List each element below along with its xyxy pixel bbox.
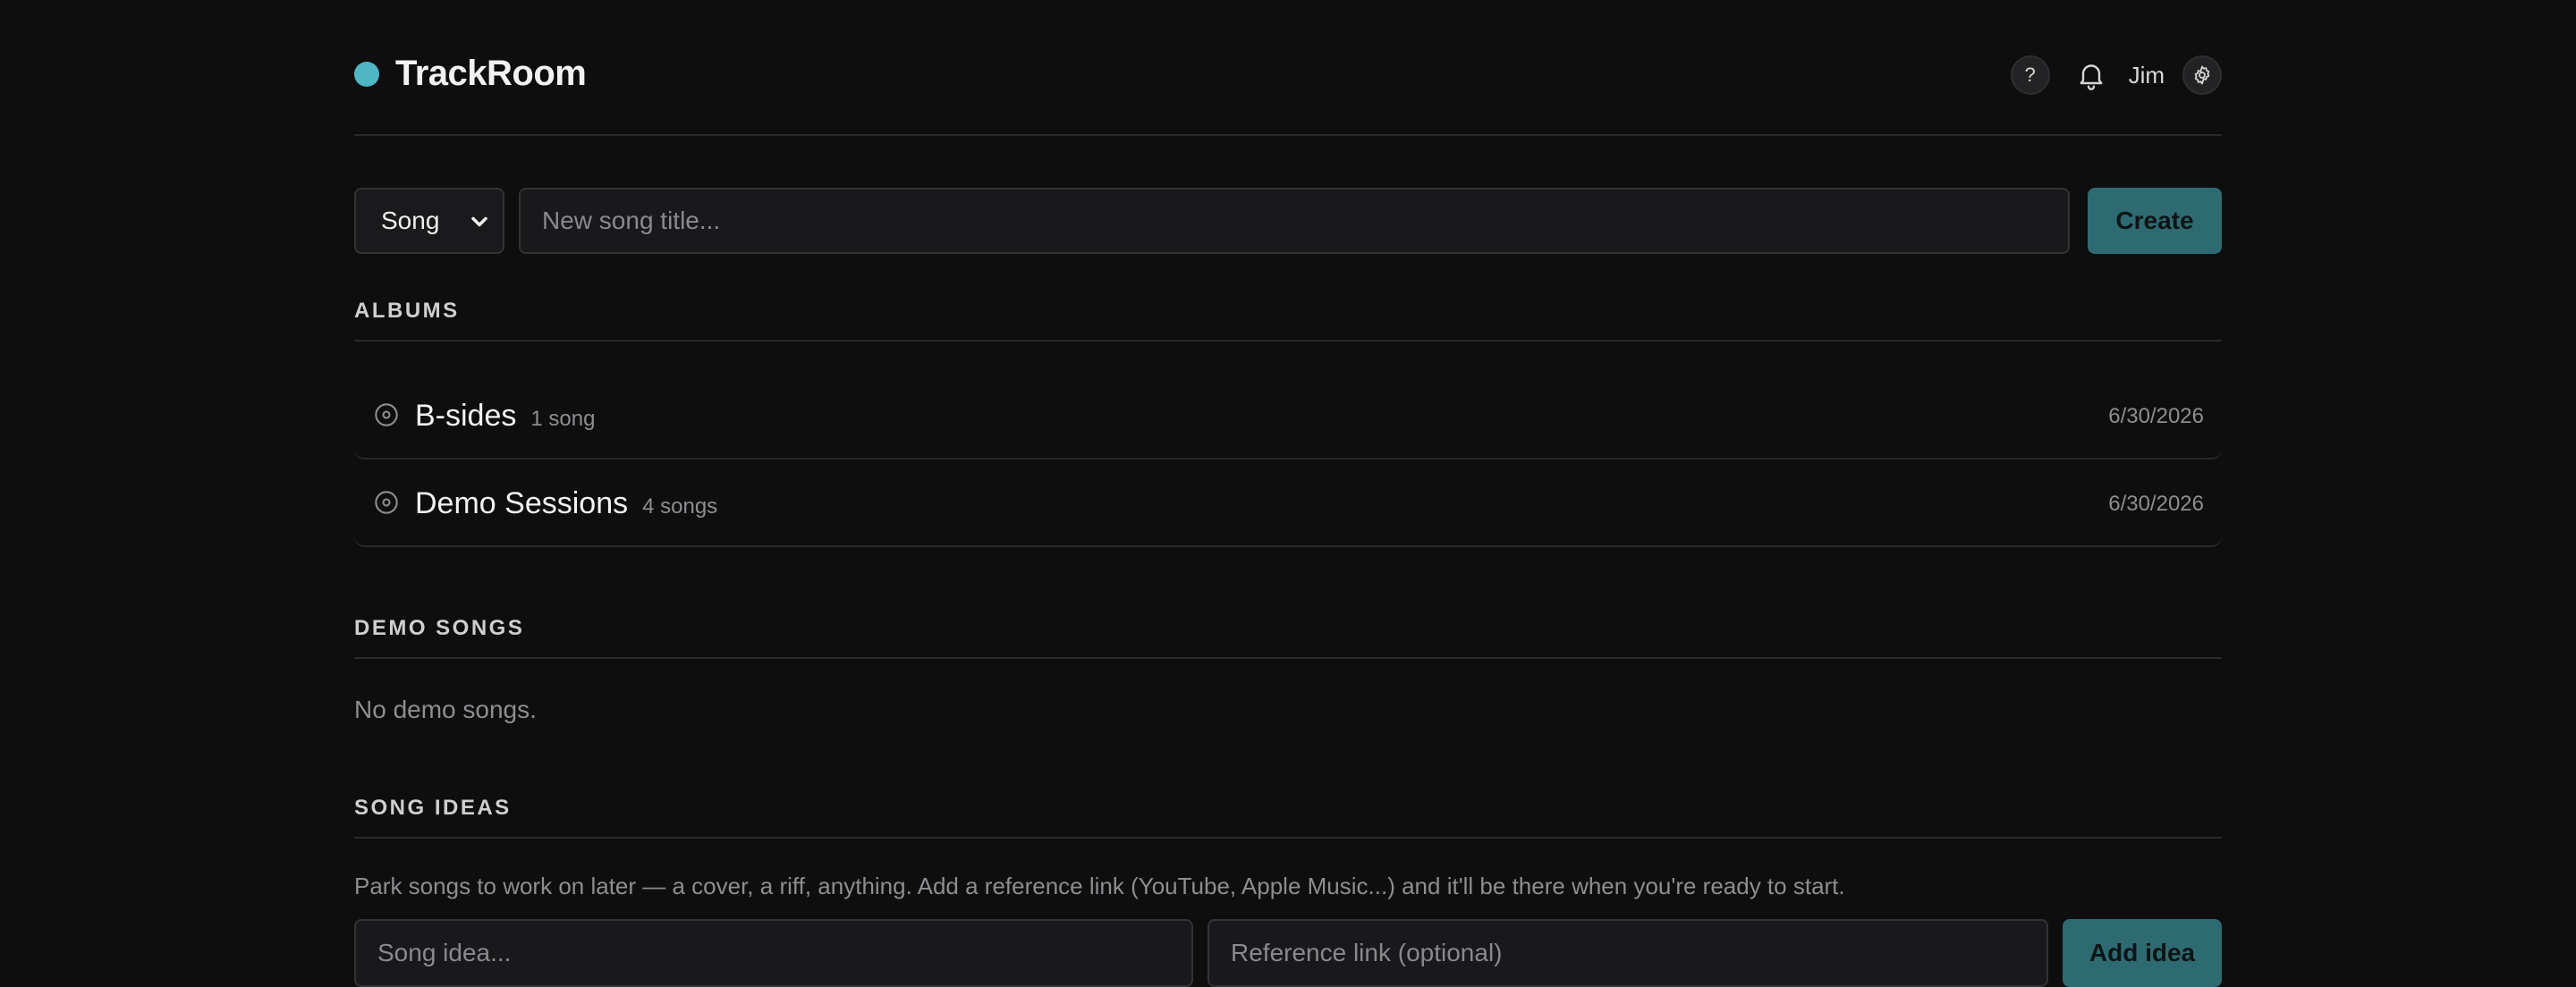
brand[interactable]: TrackRoom [354,54,587,94]
top-header: TrackRoom ? Jim [354,0,2222,136]
header-actions: ? Jim [2010,55,2222,95]
album-title: Demo Sessions 4 songs [415,486,717,521]
song-ideas-help-text: Park songs to work on later — a cover, a… [354,873,1845,899]
gear-icon [2194,65,2210,85]
album-song-count: 1 song [530,407,596,431]
bell-icon [2080,64,2103,90]
song-ideas-heading: SONG IDEAS [354,796,2222,839]
album-song-count: 4 songs [642,494,718,519]
album-row[interactable]: Demo Sessions 4 songs 6/30/2026 [354,461,2222,547]
albums-heading: ALBUMS [354,299,2222,342]
page-container: TrackRoom ? Jim Song New song title... C… [354,0,2222,987]
type-select-value: Song [381,207,440,234]
type-select[interactable]: Song [354,188,504,254]
create-button[interactable]: Create [2088,188,2222,254]
song-idea-row: Add idea [354,919,2222,987]
album-date: 6/30/2026 [2108,404,2204,428]
create-row: Song Create [354,188,2222,254]
demo-songs-heading: DEMO SONGS [354,616,2222,659]
demo-songs-empty-text: No demo songs. [354,696,537,723]
add-idea-button[interactable]: Add idea [2063,919,2222,987]
album-name: Demo Sessions [415,486,629,520]
brand-dot-icon [354,61,379,87]
song-idea-input[interactable] [354,919,1193,987]
app-title: TrackRoom [395,54,587,93]
new-song-title-input[interactable] [519,188,2070,254]
album-row[interactable]: B-sides 1 song 6/30/2026 [354,374,2222,460]
disc-icon [375,403,398,426]
disc-icon [375,491,398,514]
notifications-button[interactable] [2072,55,2111,95]
album-title: B-sides 1 song [415,399,595,434]
user-name[interactable]: Jim [2129,62,2165,89]
help-icon: ? [2024,63,2036,86]
album-date: 6/30/2026 [2108,492,2204,516]
help-button[interactable]: ? [2010,55,2050,95]
settings-button[interactable] [2182,55,2222,95]
chevron-down-icon [471,216,487,227]
reference-link-input[interactable] [1208,919,2048,987]
album-name: B-sides [415,399,517,433]
